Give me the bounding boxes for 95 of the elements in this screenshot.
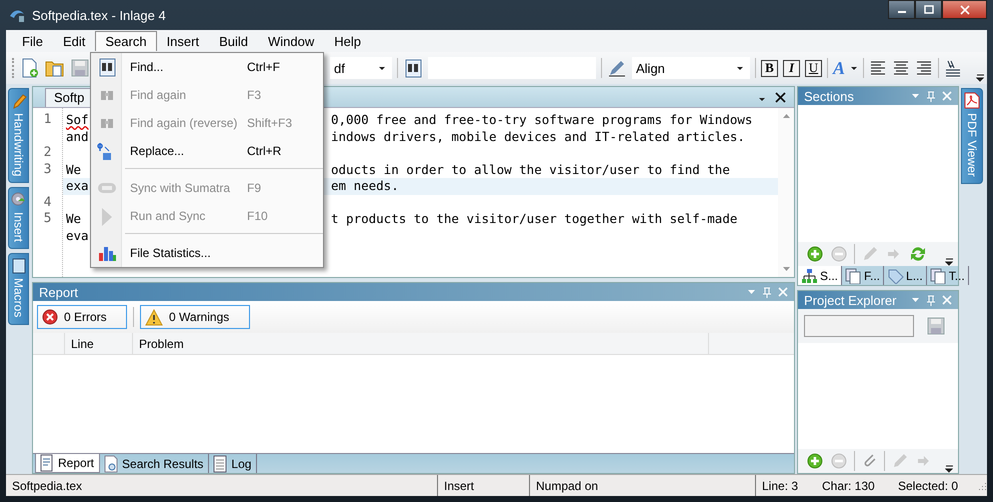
- pages-icon: [930, 268, 947, 284]
- pages-icon: [845, 268, 862, 284]
- panel-title: Sections: [804, 88, 854, 104]
- line-number: 4: [42, 194, 52, 211]
- caret-icon: [736, 66, 744, 70]
- close-icon: [960, 4, 970, 14]
- code-text: em needs.: [331, 178, 399, 194]
- pencil-icon[interactable]: [861, 245, 879, 263]
- column-header: Problem: [133, 333, 709, 354]
- pin-icon[interactable]: [762, 286, 772, 298]
- line-number: 2: [42, 145, 52, 162]
- panel-title: Project Explorer: [804, 292, 896, 308]
- code-text: t products to the visitor/user together with self-made: [331, 211, 738, 228]
- paragraph-icon[interactable]: [944, 59, 962, 77]
- remove-icon[interactable]: [830, 245, 848, 263]
- error-icon: [42, 309, 58, 325]
- status-text: Line: 3: [761, 478, 800, 494]
- pin-icon[interactable]: [926, 90, 936, 102]
- code-text: eva: [66, 228, 89, 242]
- menu-item[interactable]: Build: [209, 30, 258, 52]
- tree-icon: [801, 268, 818, 284]
- project-field[interactable]: [804, 315, 914, 337]
- code-text: oducts in order to allow the visitor/user to find the: [331, 162, 730, 178]
- scrollbar[interactable]: [778, 108, 794, 277]
- line-number: 1: [42, 112, 52, 128]
- new-document-icon[interactable]: [20, 58, 40, 78]
- caret-icon: [378, 66, 386, 70]
- code-text: indows drivers, mobile devices and IT-related articles.: [331, 128, 745, 145]
- window-title: Softpedia.tex - Inlage 4: [32, 8, 166, 22]
- align-left-icon[interactable]: [869, 59, 888, 77]
- scroll-up-icon: [782, 114, 790, 118]
- remove-icon[interactable]: [830, 452, 848, 470]
- status-text: Insert: [438, 475, 530, 496]
- pen-icon[interactable]: [607, 58, 627, 78]
- warning-icon: [145, 308, 163, 326]
- close-icon[interactable]: [775, 92, 786, 103]
- overflow-icon[interactable]: [976, 73, 985, 82]
- panel-tab[interactable]: S...: [798, 266, 842, 285]
- menu-item[interactable]: Replace... Ctrl+R: [91, 137, 323, 165]
- status-text: Numpad on: [530, 475, 756, 496]
- underline-button[interactable]: U: [805, 60, 822, 76]
- panel-tab[interactable]: F...: [842, 266, 884, 285]
- dropdown-icon[interactable]: [758, 97, 767, 103]
- column-header: Line: [65, 333, 133, 354]
- menu-item[interactable]: Help: [324, 30, 371, 52]
- add-icon[interactable]: [806, 245, 824, 263]
- menu-item[interactable]: File Statistics...: [91, 239, 323, 267]
- align-right-icon[interactable]: [915, 59, 934, 77]
- code-text: Sof: [66, 112, 89, 127]
- maximize-button[interactable]: [915, 0, 942, 19]
- pencil-icon[interactable]: [891, 452, 910, 470]
- panel-tab[interactable]: Search Results: [100, 454, 210, 473]
- overflow-icon[interactable]: [945, 257, 954, 266]
- scroll-down-icon: [782, 267, 790, 271]
- font-dropdown[interactable]: df: [330, 57, 392, 79]
- panel-title: Report: [39, 284, 78, 300]
- book-icon: [10, 257, 28, 276]
- menu-item[interactable]: Insert: [156, 30, 210, 52]
- panel-tab[interactable]: Log: [209, 454, 258, 473]
- panel-tab[interactable]: T...: [926, 266, 969, 285]
- filter-button[interactable]: 0 Errors: [37, 305, 127, 329]
- panel-tab[interactable]: Report: [35, 454, 100, 473]
- code-text: We: [66, 211, 82, 226]
- menu-item[interactable]: Find... Ctrl+F: [91, 53, 323, 81]
- menu-item[interactable]: Search: [95, 31, 157, 51]
- align-dropdown[interactable]: Align: [632, 57, 750, 79]
- panel-tab[interactable]: L...: [884, 266, 927, 285]
- bold-button[interactable]: B: [761, 60, 778, 76]
- maximize-icon: [924, 5, 934, 14]
- close-button[interactable]: [942, 0, 987, 19]
- minimize-button[interactable]: [888, 0, 915, 19]
- toolbar-field[interactable]: [428, 57, 596, 79]
- refresh-icon[interactable]: [909, 245, 927, 263]
- code-text: 0,000 free and free-to-try software programs for Windows: [331, 112, 752, 128]
- line-number: 3: [42, 162, 52, 178]
- menu-item[interactable]: Edit: [52, 30, 96, 52]
- status-text: Char: 130: [821, 478, 876, 494]
- menu-item[interactable]: Window: [258, 30, 324, 52]
- font-color-button[interactable]: A: [833, 58, 846, 78]
- add-icon[interactable]: [806, 452, 824, 470]
- menu-item[interactable]: File: [12, 30, 53, 52]
- pin-icon[interactable]: [926, 294, 936, 306]
- status-text: Selected: 0: [897, 478, 960, 494]
- overflow-icon[interactable]: [945, 464, 954, 473]
- resize-grip-icon: [977, 480, 987, 490]
- status-text: Softpedia.tex: [6, 475, 438, 496]
- italic-button[interactable]: I: [783, 60, 800, 76]
- line-number: 5: [42, 211, 52, 228]
- code-text: We: [66, 162, 82, 176]
- code-text: exa: [66, 178, 89, 193]
- pdf-document-icon: [963, 92, 981, 110]
- filter-button[interactable]: 0 Warnings: [140, 305, 250, 329]
- caret-icon: [850, 66, 858, 70]
- align-center-icon[interactable]: [892, 59, 910, 77]
- code-text: and: [66, 128, 89, 144]
